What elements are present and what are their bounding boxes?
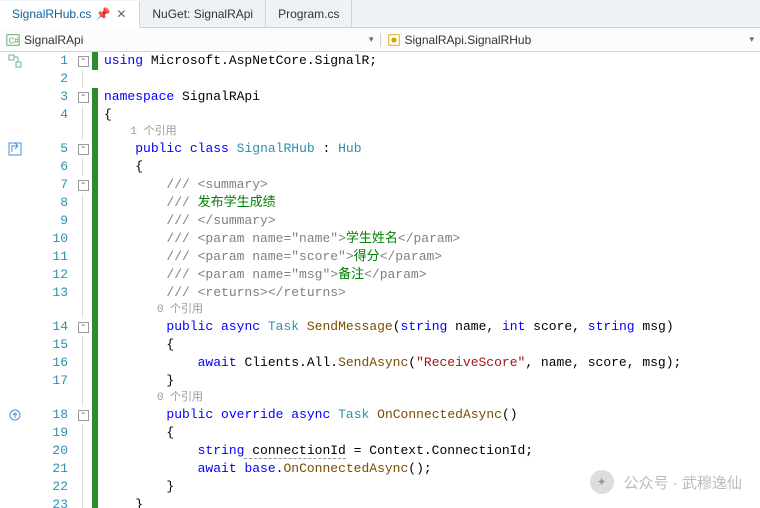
outline-collapse-icon[interactable] — [76, 406, 92, 424]
nav-project-label: SignalRApi — [24, 33, 83, 47]
codelens-row[interactable]: 0 个引用 — [4, 302, 760, 318]
tab-bar: SignalRHub.cs 📌 ✕ NuGet: SignalRApi Prog… — [0, 0, 760, 28]
codelens-row[interactable]: 1 个引用 — [4, 124, 760, 140]
close-icon[interactable]: ✕ — [115, 8, 127, 20]
tab-label: NuGet: SignalRApi — [152, 7, 253, 21]
implements-marker-icon[interactable] — [4, 140, 26, 158]
nav-class-label: SignalRApi.SignalRHub — [405, 33, 532, 47]
nav-class-dropdown[interactable]: SignalRApi.SignalRHub ▾ — [381, 33, 760, 47]
code-line[interactable]: 4 { — [4, 106, 760, 124]
line-number: 1 — [26, 52, 76, 70]
pin-icon[interactable]: 📌 — [97, 8, 109, 20]
chevron-down-icon: ▾ — [369, 34, 374, 45]
code-editor[interactable]: 1 using Microsoft.AspNetCore.SignalR; 2 … — [0, 52, 760, 508]
outline-collapse-icon[interactable] — [76, 88, 92, 106]
code-line[interactable]: 1 using Microsoft.AspNetCore.SignalR; — [4, 52, 760, 70]
outline-collapse-icon[interactable] — [76, 176, 92, 194]
code-line[interactable]: 5 public class SignalRHub : Hub — [4, 140, 760, 158]
tab-signalrhub[interactable]: SignalRHub.cs 📌 ✕ — [0, 1, 140, 28]
codelens-row[interactable]: 0 个引用 — [4, 390, 760, 406]
tab-label: SignalRHub.cs — [12, 7, 91, 21]
override-marker-icon[interactable] — [4, 406, 26, 424]
navigation-bar: C# SignalRApi ▾ SignalRApi.SignalRHub ▾ — [0, 28, 760, 52]
codelens-text[interactable]: 1 个引用 — [130, 126, 176, 138]
outline-collapse-icon[interactable] — [76, 318, 92, 336]
codelens-text[interactable]: 0 个引用 — [157, 392, 203, 404]
nav-project-dropdown[interactable]: C# SignalRApi ▾ — [0, 33, 381, 47]
outline-collapse-icon[interactable] — [76, 52, 92, 70]
code-line[interactable]: 2 — [4, 70, 760, 88]
svg-text:C#: C# — [9, 36, 20, 45]
csharp-project-icon: C# — [6, 33, 20, 47]
tab-program[interactable]: Program.cs — [266, 0, 352, 27]
class-icon — [387, 33, 401, 47]
codelens-text[interactable]: 0 个引用 — [157, 304, 203, 316]
references-marker-icon[interactable] — [4, 52, 26, 70]
tab-label: Program.cs — [278, 7, 339, 21]
tab-nuget[interactable]: NuGet: SignalRApi — [140, 0, 266, 27]
outline-collapse-icon[interactable] — [76, 140, 92, 158]
chevron-down-icon: ▾ — [749, 34, 754, 45]
code-text: using Microsoft.AspNetCore.SignalR; — [98, 52, 760, 70]
code-line[interactable]: 3 namespace SignalRApi — [4, 88, 760, 106]
